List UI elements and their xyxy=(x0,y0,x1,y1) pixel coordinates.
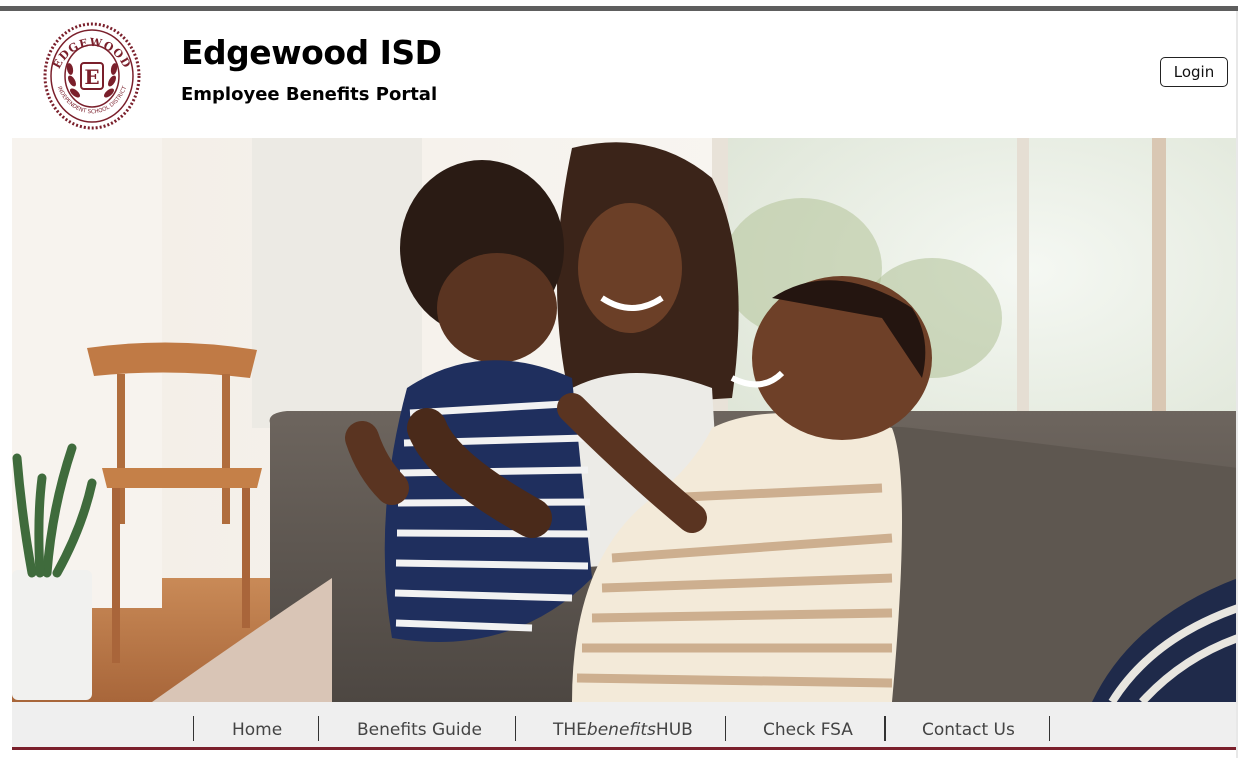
nav-item-home[interactable]: Home xyxy=(232,720,282,740)
seal-letter: E xyxy=(84,65,99,89)
family-photo xyxy=(12,138,1238,702)
nav-separator xyxy=(515,716,516,741)
login-button[interactable]: Login xyxy=(1160,57,1228,87)
nav-hub-prefix: THE xyxy=(553,720,587,740)
nav-hub-suffix: HUB xyxy=(655,720,693,740)
nav-item-benefits-guide[interactable]: Benefits Guide xyxy=(357,720,482,740)
nav-separator xyxy=(1049,716,1050,741)
nav-hub-italic: benefits xyxy=(586,720,656,740)
nav-separator xyxy=(193,716,194,741)
nav-separator xyxy=(318,716,319,741)
nav-item-check-fsa[interactable]: Check FSA xyxy=(763,720,853,740)
page-title: Edgewood ISD xyxy=(181,33,442,72)
district-seal-logo[interactable]: E EDGEWOOD INDEPENDENT SCHOOL DISTRICT xyxy=(42,21,142,131)
main-navigation: Home Benefits Guide THEbenefitsHUB Check… xyxy=(12,702,1238,750)
nav-separator xyxy=(884,716,886,741)
nav-item-contact-us[interactable]: Contact Us xyxy=(922,720,1015,740)
page-subtitle: Employee Benefits Portal xyxy=(181,84,438,105)
nav-separator xyxy=(725,716,726,741)
nav-item-benefits-hub[interactable]: THEbenefitsHUB xyxy=(553,720,693,740)
site-header: E EDGEWOOD INDEPENDENT SCHOOL DISTRICT E… xyxy=(12,11,1238,138)
hero-image xyxy=(12,138,1238,702)
